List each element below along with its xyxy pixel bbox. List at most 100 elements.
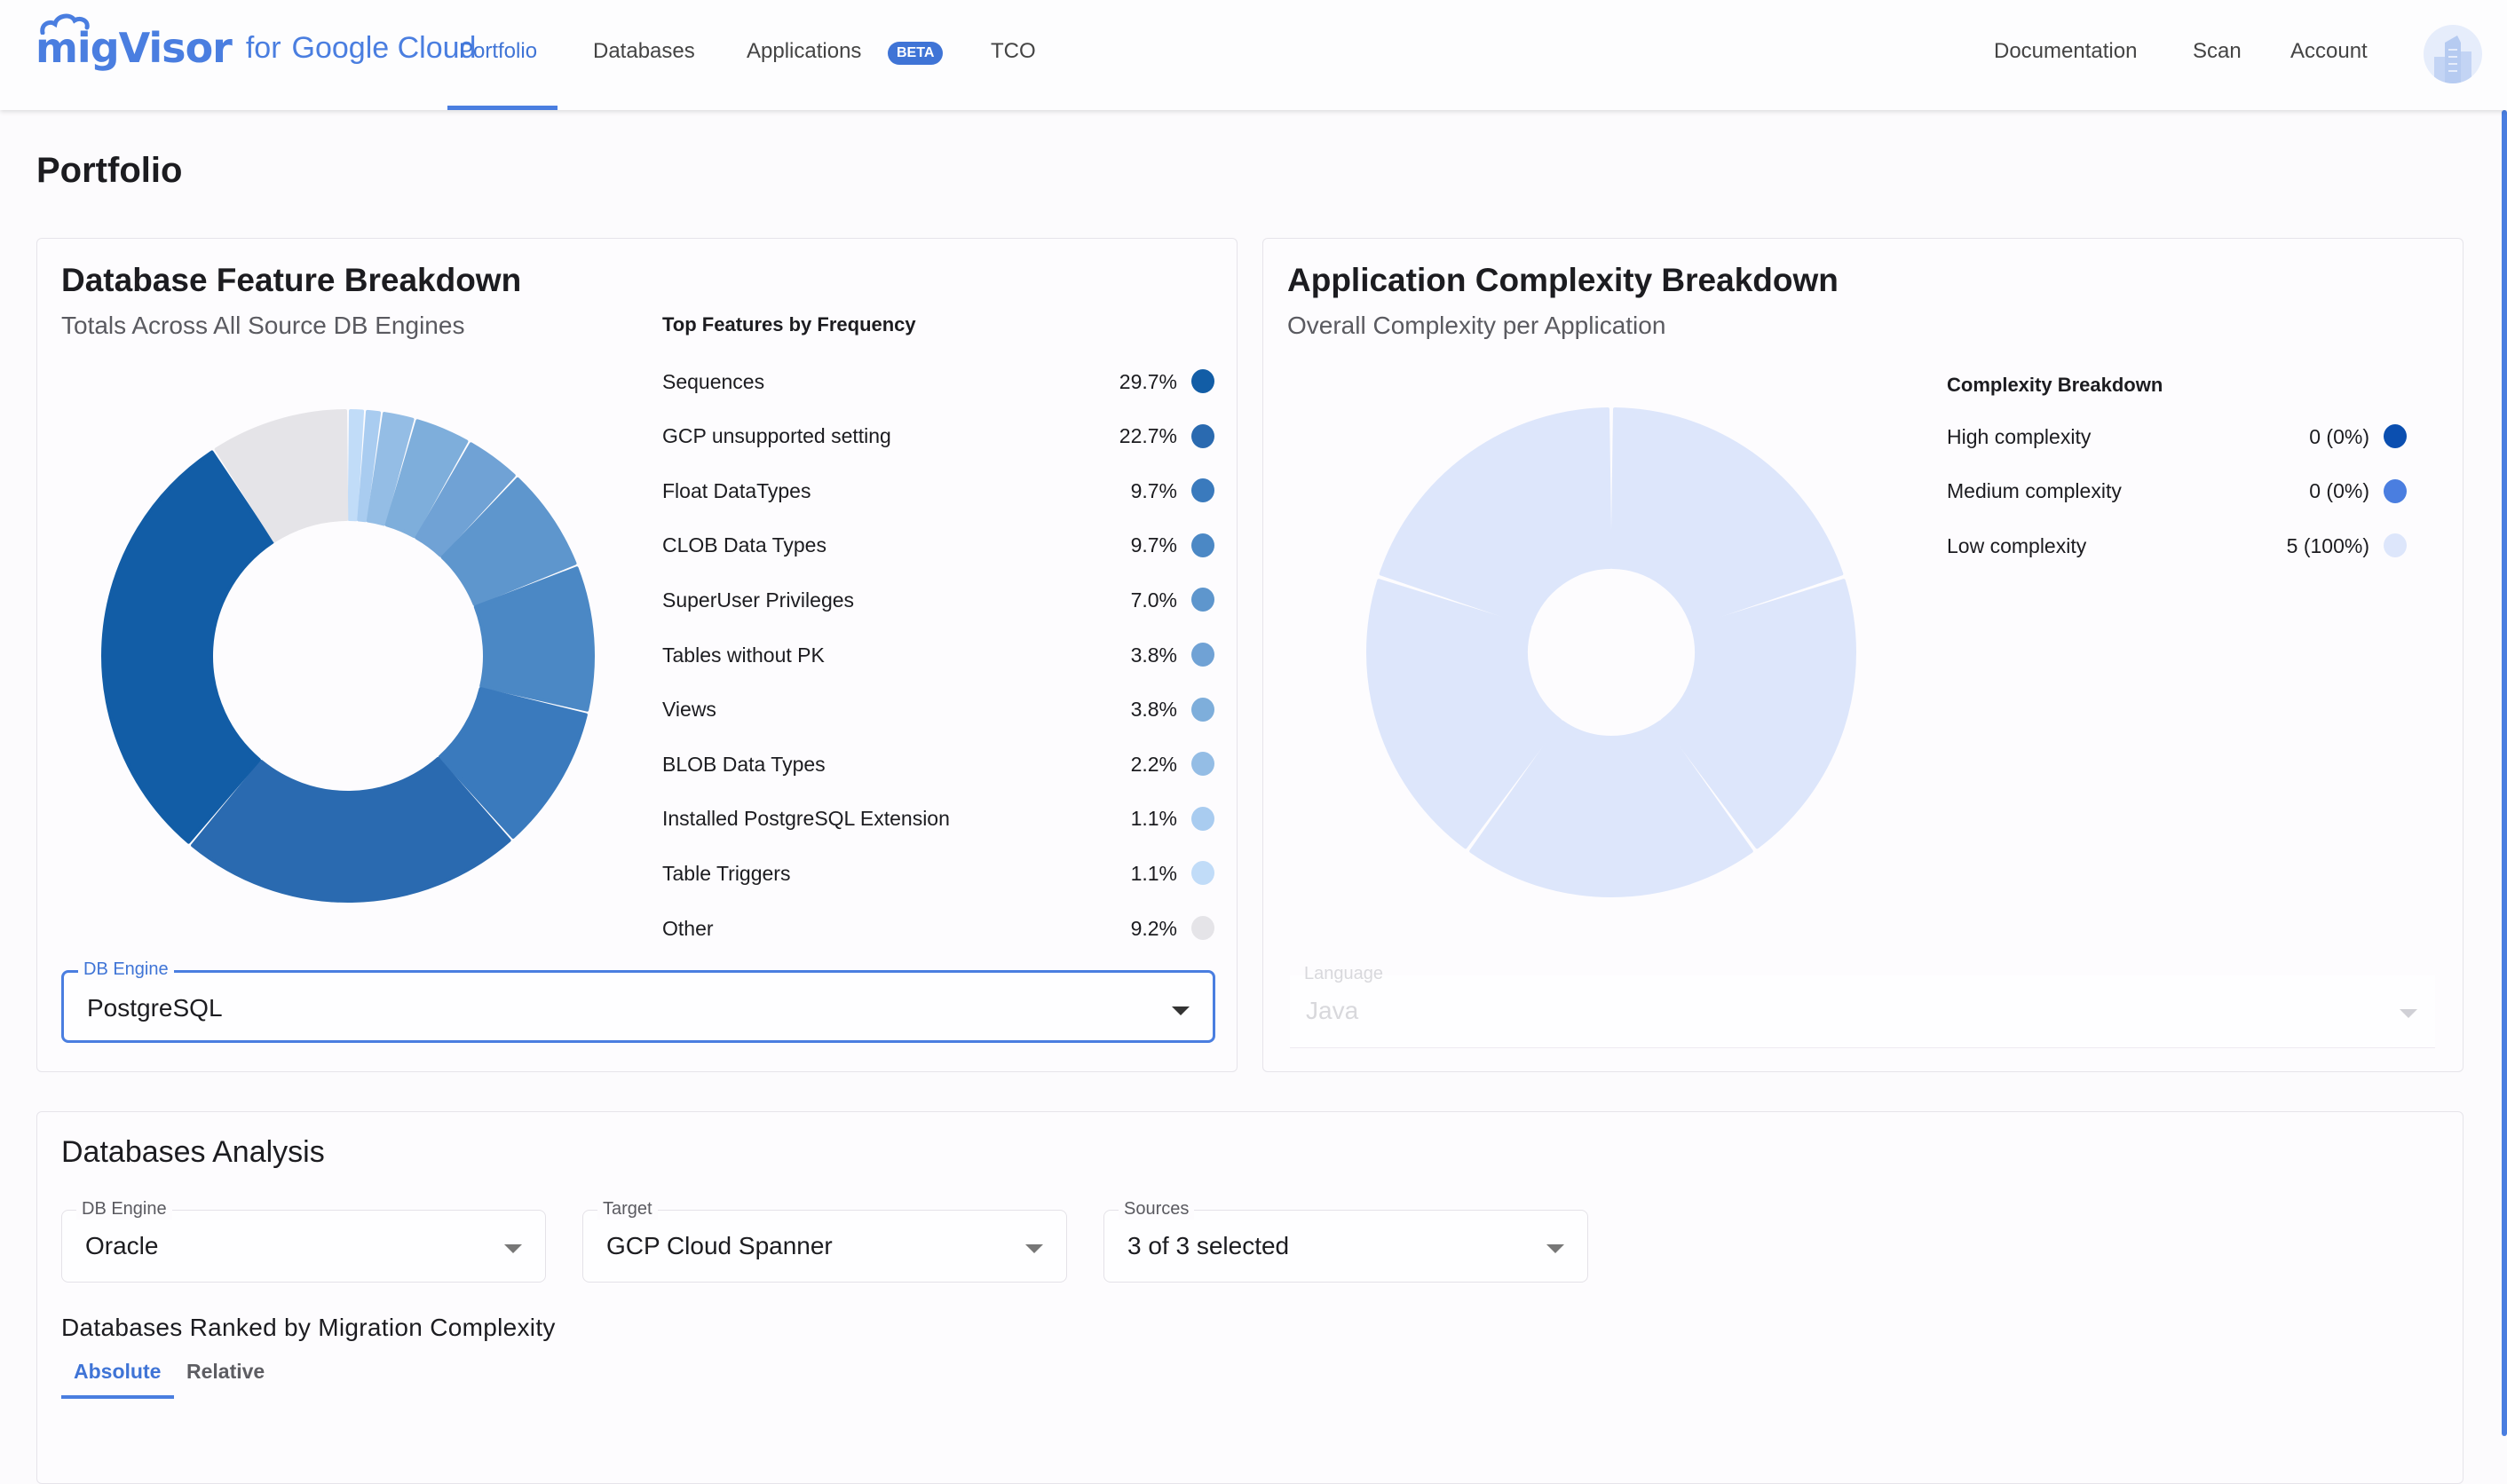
database-feature-breakdown-card: Database Feature Breakdown Totals Across… (36, 238, 1238, 1072)
legend-value: 9.2% (1130, 916, 1177, 940)
language-select: Language Java (1290, 964, 2435, 1048)
legend-item: SuperUser Privileges 7.0% (662, 587, 1214, 613)
top-app-bar: migVisor for Google Cloud Portfolio Data… (0, 0, 2507, 110)
legend-title: Complexity Breakdown (1947, 374, 2163, 396)
card-subtitle: Totals Across All Source DB Engines (61, 312, 465, 339)
legend-title: Top Features by Frequency (662, 313, 916, 335)
legend-color-dot-icon (2384, 533, 2407, 558)
language-select-label: Language (1304, 964, 1383, 983)
legend-value: 9.7% (1130, 533, 1177, 557)
legend-label: Low complexity (1947, 533, 2087, 557)
select-label: DB Engine (76, 1199, 172, 1220)
legend-color-dot-icon (1191, 423, 1214, 448)
language-select-value: Java (1306, 997, 1359, 1024)
application-complexity-breakdown-card: Application Complexity Breakdown Overall… (1262, 238, 2464, 1072)
card-title: Database Feature Breakdown (61, 262, 522, 298)
legend-color-dot-icon (1191, 533, 1214, 557)
legend-value: 1.1% (1130, 807, 1177, 831)
page-title: Portfolio (36, 151, 183, 190)
select-label: Target (597, 1199, 658, 1220)
legend-item: Sequences 29.7% (662, 368, 1214, 395)
legend-label: CLOB Data Types (662, 533, 826, 557)
legend-value: 22.7% (1119, 424, 1177, 448)
select-label: Sources (1119, 1199, 1195, 1220)
db-engine-select[interactable]: DB Engine PostgreSQL (61, 959, 1215, 1043)
databases-analysis-card: Databases Analysis DB Engine Oracle Targ… (36, 1111, 2464, 1484)
legend-item: Views 3.8% (662, 697, 1214, 723)
logo-for: for (245, 30, 281, 65)
cloud-icon (40, 13, 90, 35)
legend-label: Medium complexity (1947, 479, 2122, 503)
nav-account[interactable]: Account (2290, 39, 2368, 64)
card-title: Databases Analysis (61, 1135, 325, 1169)
legend-item: Installed PostgreSQL Extension 1.1% (662, 806, 1214, 833)
legend-value: 1.1% (1130, 861, 1177, 885)
nav-tco[interactable]: TCO (991, 39, 1036, 64)
migvisor-logo[interactable]: migVisor for Google Cloud (36, 13, 476, 80)
legend-item: Medium complexity 0 (0%) (1947, 478, 2407, 505)
select-value: GCP Cloud Spanner (606, 1232, 833, 1259)
legend-label: Installed PostgreSQL Extension (662, 807, 950, 831)
nav-scan[interactable]: Scan (2193, 39, 2242, 64)
nav-databases[interactable]: Databases (593, 39, 695, 64)
legend-item: GCP unsupported setting 22.7% (662, 423, 1214, 450)
legend-label: Other (662, 916, 714, 940)
complexity-legend: Complexity Breakdown (1947, 374, 2163, 397)
complexity-donut-chart (1366, 407, 1856, 897)
building-icon (2434, 36, 2471, 83)
nav-portfolio[interactable]: Portfolio (459, 39, 537, 64)
legend-label: Views (662, 698, 716, 722)
legend-label: GCP unsupported setting (662, 424, 891, 448)
legend-color-dot-icon (2384, 424, 2407, 448)
page-scrollbar[interactable] (2502, 110, 2507, 1436)
dropdown-arrow-icon (1546, 1244, 1564, 1253)
beta-badge: BETA (888, 42, 944, 65)
legend-label: Sequences (662, 369, 765, 393)
legend-label: Tables without PK (662, 643, 825, 667)
legend-item: Tables without PK 3.8% (662, 642, 1214, 668)
legend-item: BLOB Data Types 2.2% (662, 751, 1214, 778)
analysis-db-engine-select[interactable]: DB Engine Oracle (61, 1199, 546, 1283)
dropdown-arrow-icon (1172, 1006, 1190, 1015)
legend-color-dot-icon (1191, 588, 1214, 612)
legend-color-dot-icon (1191, 697, 1214, 722)
ranked-section-title: Databases Ranked by Migration Complexity (61, 1314, 556, 1341)
select-value: Oracle (85, 1232, 159, 1259)
analysis-target-select[interactable]: Target GCP Cloud Spanner (582, 1199, 1067, 1283)
legend-label: SuperUser Privileges (662, 588, 855, 612)
card-title: Application Complexity Breakdown (1287, 262, 1839, 298)
legend-item: Table Triggers 1.1% (662, 860, 1214, 887)
avatar[interactable] (2424, 25, 2482, 83)
legend-color-dot-icon (2384, 478, 2407, 503)
nav-documentation[interactable]: Documentation (1994, 39, 2137, 64)
legend-color-dot-icon (1191, 916, 1214, 940)
legend-color-dot-icon (1191, 478, 1214, 503)
nav-applications[interactable]: Applications (747, 39, 861, 64)
analysis-sources-select[interactable]: Sources 3 of 3 selected (1103, 1199, 1588, 1283)
legend-value: 29.7% (1119, 369, 1177, 393)
db-engine-select-value: PostgreSQL (87, 994, 223, 1022)
select-value: 3 of 3 selected (1127, 1232, 1290, 1259)
legend-color-dot-icon (1191, 861, 1214, 886)
legend-item: CLOB Data Types 9.7% (662, 533, 1214, 559)
legend-value: 2.2% (1130, 752, 1177, 776)
legend-value: 7.0% (1130, 588, 1177, 612)
legend-label: BLOB Data Types (662, 752, 826, 776)
legend-value: 3.8% (1130, 698, 1177, 722)
feature-legend: Top Features by Frequency (662, 313, 916, 336)
dropdown-arrow-icon (2400, 1009, 2417, 1018)
legend-color-dot-icon (1191, 643, 1214, 667)
legend-label: High complexity (1947, 424, 2092, 448)
tab-relative[interactable]: Relative (186, 1360, 265, 1384)
legend-color-dot-icon (1191, 752, 1214, 777)
legend-value: 3.8% (1130, 643, 1177, 667)
legend-value: 9.7% (1130, 478, 1177, 502)
active-nav-indicator (447, 106, 558, 110)
dropdown-arrow-icon (1025, 1244, 1043, 1253)
db-engine-select-label: DB Engine (78, 959, 174, 980)
legend-color-dot-icon (1191, 806, 1214, 831)
legend-value: 0 (0%) (2309, 424, 2369, 448)
legend-item: High complexity 0 (0%) (1947, 423, 2407, 450)
feature-donut-chart (101, 409, 595, 903)
tab-absolute[interactable]: Absolute (74, 1360, 161, 1384)
